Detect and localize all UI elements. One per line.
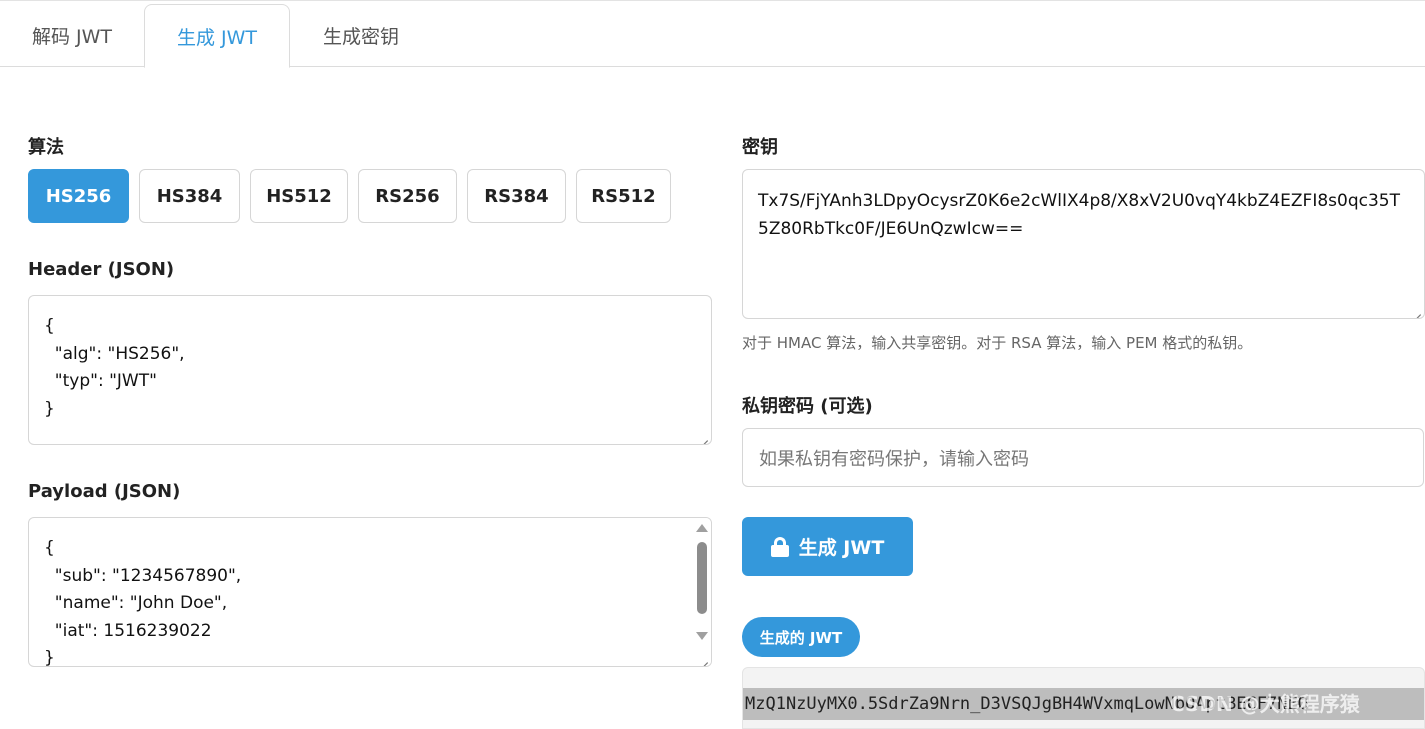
tab-decode-jwt[interactable]: 解码 JWT — [0, 4, 144, 67]
generate-jwt-button[interactable]: 生成 JWT — [742, 517, 913, 576]
algo-button-rs512[interactable]: RS512 — [576, 169, 671, 223]
algorithm-selector: HS256 HS384 HS512 RS256 RS384 RS512 — [28, 169, 681, 223]
watermark: CSDN @大熊程序猿 — [1170, 692, 1360, 716]
tab-generate-jwt[interactable]: 生成 JWT — [144, 4, 290, 68]
scroll-up-arrow-icon[interactable] — [696, 524, 708, 532]
header-json-label: Header (JSON) — [28, 259, 175, 280]
algo-button-hs384[interactable]: HS384 — [139, 169, 240, 223]
scroll-down-arrow-icon[interactable] — [696, 632, 708, 640]
header-json-textarea[interactable]: { "alg": "HS256", "typ": "JWT" } — [28, 295, 712, 445]
tab-generate-key[interactable]: 生成密钥 — [290, 4, 432, 67]
algo-button-hs512[interactable]: HS512 — [250, 169, 348, 223]
algo-button-hs256[interactable]: HS256 — [28, 169, 129, 223]
payload-scrollbar[interactable] — [693, 518, 711, 666]
lock-icon — [770, 536, 789, 557]
secret-textarea[interactable]: Tx7S/FjYAnh3LDpyOcysrZ0K6e2cWlIX4p8/X8xV… — [742, 169, 1425, 319]
secret-hint: 对于 HMAC 算法，输入共享密钥。对于 RSA 算法，输入 PEM 格式的私钥… — [742, 334, 1253, 352]
passphrase-input[interactable]: 如果私钥有密码保护，请输入密码 — [742, 428, 1424, 487]
algo-button-rs384[interactable]: RS384 — [467, 169, 566, 223]
payload-json-content: { "sub": "1234567890", "name": "John Doe… — [44, 538, 242, 667]
header-json-content: { "alg": "HS256", "typ": "JWT" } — [44, 316, 185, 419]
passphrase-placeholder: 如果私钥有密码保护，请输入密码 — [759, 448, 1029, 470]
scroll-thumb[interactable] — [697, 542, 707, 614]
passphrase-label: 私钥密码 (可选) — [742, 396, 873, 417]
algo-button-rs256[interactable]: RS256 — [358, 169, 457, 223]
algorithm-label: 算法 — [28, 137, 64, 158]
payload-json-textarea[interactable]: { "sub": "1234567890", "name": "John Doe… — [28, 517, 712, 667]
resize-handle[interactable] — [699, 654, 708, 663]
secret-label: 密钥 — [742, 137, 778, 158]
generate-jwt-label: 生成 JWT — [798, 537, 885, 559]
tab-bar: 解码 JWT 生成 JWT 生成密钥 — [0, 0, 1425, 68]
result-badge: 生成的 JWT — [742, 617, 860, 657]
resize-handle[interactable] — [699, 432, 708, 441]
payload-json-label: Payload (JSON) — [28, 481, 181, 502]
secret-content: Tx7S/FjYAnh3LDpyOcysrZ0K6e2cWlIX4p8/X8xV… — [758, 191, 1400, 239]
resize-handle[interactable] — [1412, 306, 1421, 315]
